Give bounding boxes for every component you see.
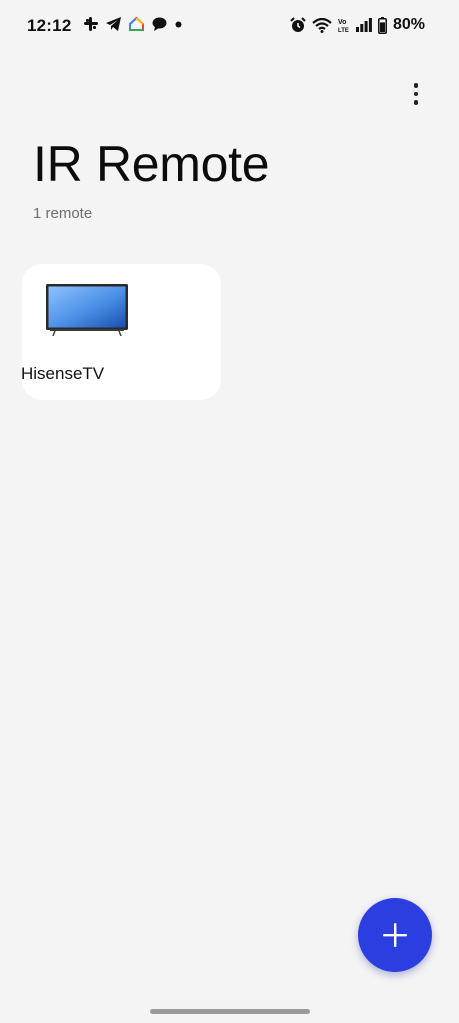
add-remote-button[interactable] [358, 898, 432, 972]
system-icons: Vo LTE 80% [290, 16, 425, 34]
telegram-icon [106, 17, 121, 31]
more-options-icon-dot [413, 91, 419, 97]
page-title: IR Remote [33, 136, 270, 192]
svg-text:Vo: Vo [338, 19, 346, 26]
tv-icon [46, 284, 128, 336]
svg-text:LTE: LTE [338, 28, 349, 33]
dot-icon [175, 21, 182, 28]
notification-icons [84, 17, 182, 31]
chat-bubble-icon [152, 17, 167, 31]
wifi-icon [312, 17, 332, 33]
status-bar: 12:12 Vo LTE 80% [0, 0, 459, 54]
alarm-icon [290, 17, 306, 33]
more-options-icon-dot [413, 100, 419, 105]
plus-icon [382, 922, 408, 948]
slack-icon [84, 17, 98, 31]
battery-percent: 80% [392, 16, 425, 33]
battery-icon [377, 16, 387, 34]
remote-count: 1 remote [33, 205, 93, 222]
volte-icon: Vo LTE [338, 17, 350, 33]
google-home-icon [129, 17, 144, 31]
screen: 12:12 Vo LTE 80% IR Remote 1 remote Hise… [0, 0, 459, 1023]
signal-icon [355, 18, 372, 32]
more-options-icon-dot [413, 83, 419, 88]
gesture-navigation-bar[interactable] [150, 1009, 310, 1014]
remote-card-label[interactable]: HisenseTV [21, 364, 104, 384]
status-time: 12:12 [27, 16, 72, 35]
more-options-button[interactable] [404, 80, 428, 108]
